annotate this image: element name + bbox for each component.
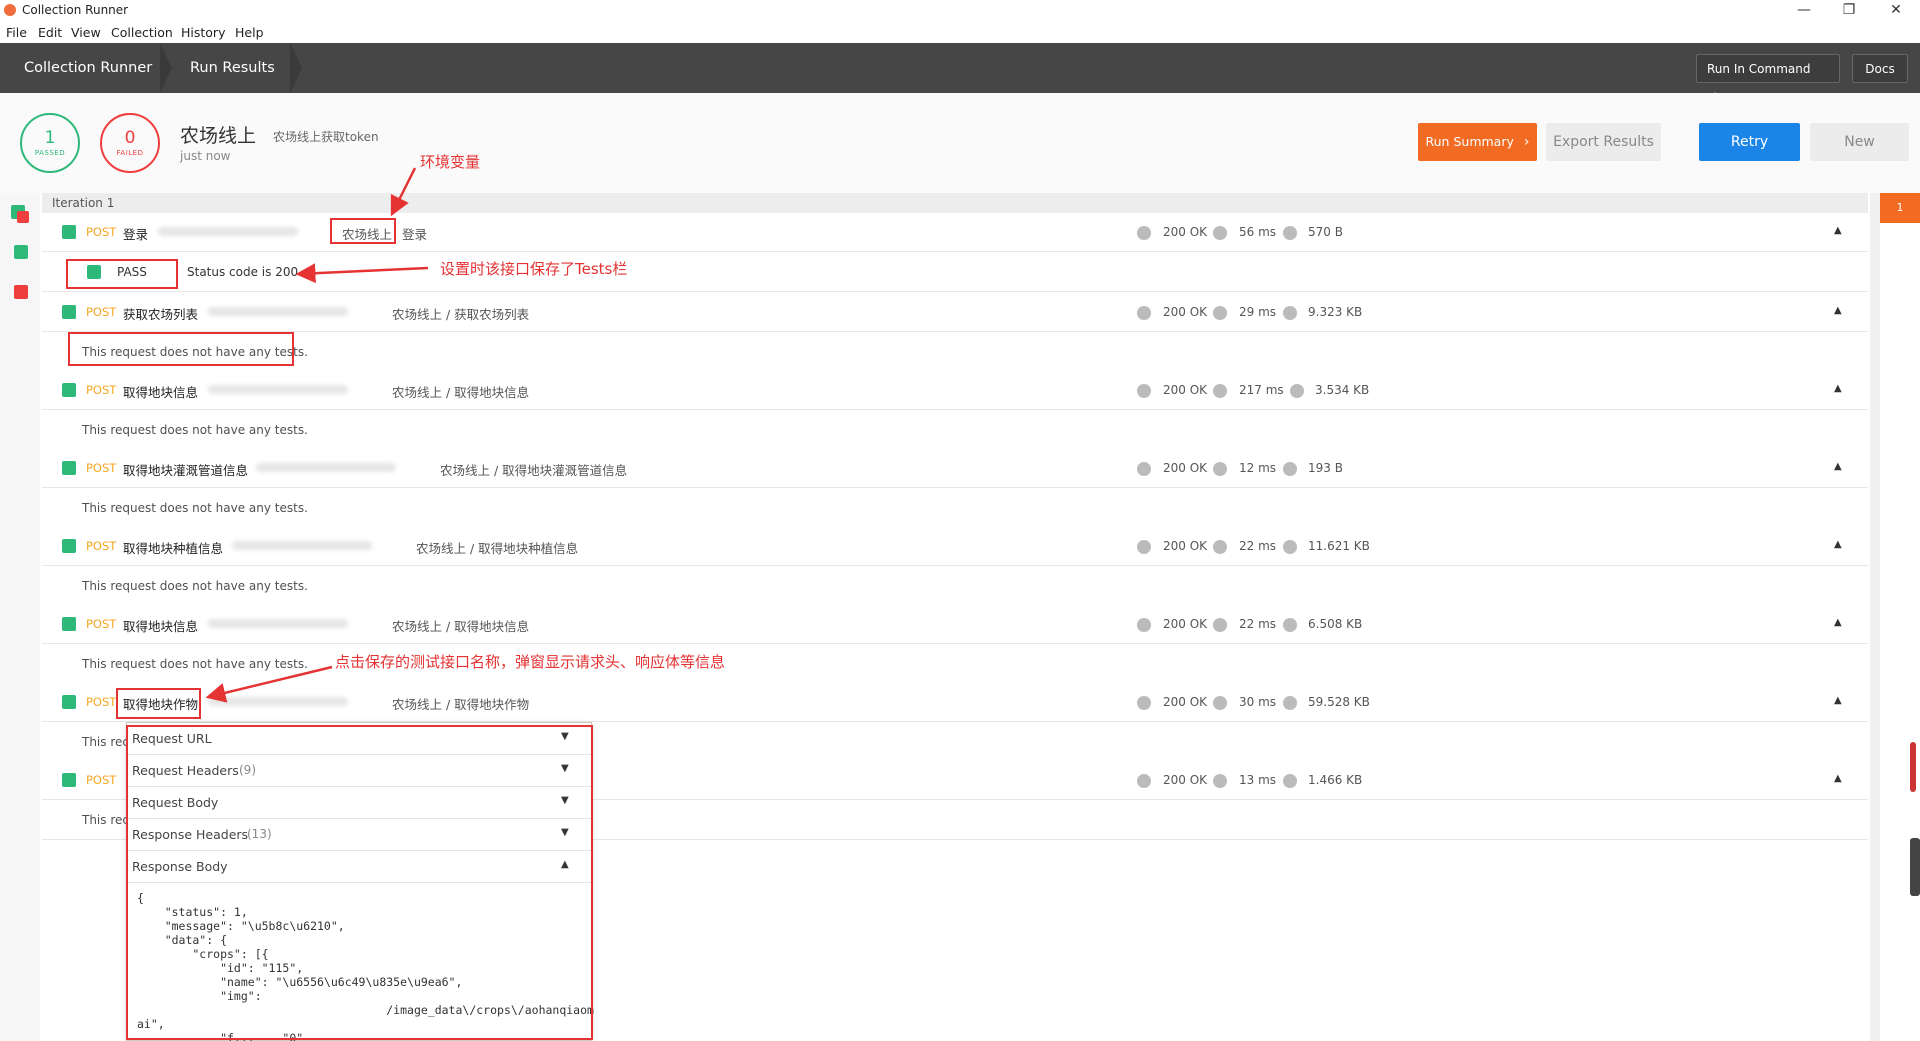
annotation-arrows xyxy=(205,167,429,703)
arrow-env xyxy=(390,167,417,217)
arrow-click xyxy=(205,665,333,703)
arrow-tests xyxy=(295,263,429,284)
